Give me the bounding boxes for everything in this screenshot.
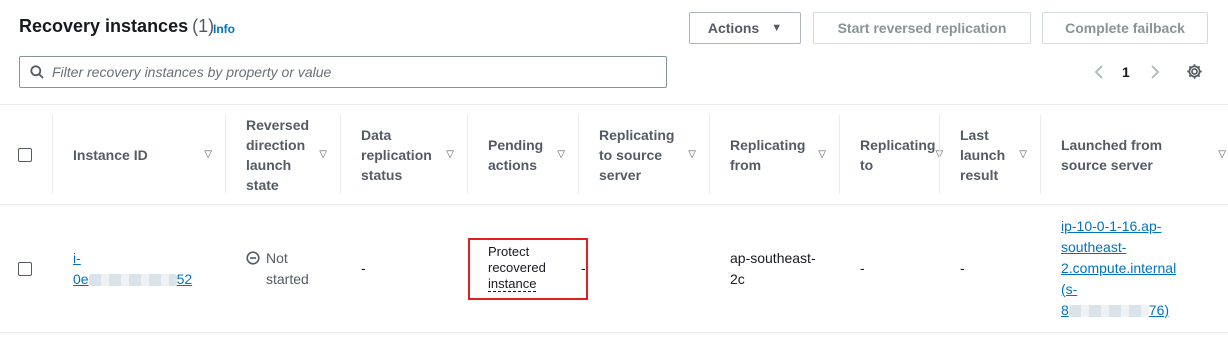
sort-caret-icon: ▽ xyxy=(446,148,454,160)
sort-caret-icon: ▽ xyxy=(319,148,327,160)
row-select-cell xyxy=(0,204,53,333)
column-header-replicating-from[interactable]: Replicating from ▽ xyxy=(710,104,840,205)
settings-button[interactable] xyxy=(1186,63,1203,85)
sort-caret-icon: ▽ xyxy=(688,148,696,160)
page-title: Recovery instances (1) xyxy=(19,16,215,36)
replicating-to-source-cell: - xyxy=(579,204,710,333)
pending-action-link[interactable]: instance xyxy=(488,275,537,292)
actions-button-label: Actions xyxy=(707,20,760,36)
column-header-last-launch-result[interactable]: Last launch result ▽ xyxy=(940,104,1041,205)
table-row[interactable]: i- 0e 52 Not started - Protect recovered i… xyxy=(0,204,1228,333)
replicating-to-cell: - xyxy=(840,204,940,333)
column-header-replicating-to[interactable]: Replicating to▽ xyxy=(840,104,943,205)
pending-actions-cell: Protect recovered instance xyxy=(468,204,588,333)
actions-button[interactable]: Actions ▼ xyxy=(689,12,801,44)
select-all-checkbox[interactable] xyxy=(18,147,32,162)
recovery-instances-header: Recovery instances (1) Info Actions ▼ Sta… xyxy=(0,0,1228,104)
caret-down-icon: ▼ xyxy=(771,22,783,34)
start-reversed-replication-button[interactable]: Start reversed replication xyxy=(813,12,1031,44)
stopped-status-icon xyxy=(246,250,260,265)
column-header-pending-actions[interactable]: Pending actions ▽ xyxy=(468,104,579,205)
source-server-link[interactable]: ip-10-0-1-16.ap-southeast- 2.compute.inte… xyxy=(1061,218,1176,318)
reversed-state-cell: Not started xyxy=(226,204,341,333)
search-input[interactable] xyxy=(52,64,652,80)
instance-id-cell: i- 0e 52 xyxy=(53,204,226,333)
recovery-instances-table: Instance ID ▽ Reversed direction launch s… xyxy=(0,104,1228,333)
page-number[interactable]: 1 xyxy=(1122,60,1130,84)
column-header-reversed-direction-launch-state[interactable]: Reversed direction launch state ▽ xyxy=(226,104,341,205)
instance-count: (1) xyxy=(192,16,215,36)
sort-caret-icon: ▽ xyxy=(557,148,565,160)
previous-page-button[interactable] xyxy=(1094,60,1104,84)
reversed-state-text: Not started xyxy=(266,249,309,287)
replicating-from-cell: ap-southeast- 2c xyxy=(710,204,840,333)
instance-id-link[interactable]: i- 0e 52 xyxy=(73,250,192,287)
column-header-launched-from-source-server[interactable]: Launched from source server ▽ xyxy=(1041,104,1228,205)
column-header-replicating-to-source-server[interactable]: Replicating to source server ▽ xyxy=(579,104,710,205)
search-field[interactable] xyxy=(19,56,667,88)
table-header-row: Instance ID ▽ Reversed direction launch s… xyxy=(0,104,1228,205)
sort-caret-icon: ▽ xyxy=(818,148,826,160)
redacted-id xyxy=(88,273,177,286)
redacted-id xyxy=(1068,305,1149,318)
search-icon xyxy=(30,65,44,79)
sort-caret-icon: ▽ xyxy=(1218,148,1226,160)
last-launch-result-cell: - xyxy=(940,204,1041,333)
sort-caret-icon: ▽ xyxy=(204,148,212,160)
column-header-instance-id[interactable]: Instance ID ▽ xyxy=(53,104,226,205)
chevron-left-icon xyxy=(1094,65,1103,79)
gear-icon xyxy=(1187,64,1202,79)
data-replication-status-cell: - xyxy=(341,204,468,333)
sort-caret-icon: ▽ xyxy=(1019,148,1027,160)
select-all-header xyxy=(0,104,53,205)
pending-actions-highlight[interactable]: Protect recovered instance xyxy=(468,237,588,300)
launched-from-source-cell: ip-10-0-1-16.ap-southeast- 2.compute.inte… xyxy=(1041,204,1228,333)
column-header-data-replication-status[interactable]: Data replication status ▽ xyxy=(341,104,468,205)
complete-failback-button[interactable]: Complete failback xyxy=(1042,12,1208,44)
chevron-right-icon xyxy=(1151,65,1160,79)
next-page-button[interactable] xyxy=(1150,60,1160,84)
row-checkbox[interactable] xyxy=(18,261,32,276)
info-link[interactable]: Info xyxy=(213,22,235,36)
